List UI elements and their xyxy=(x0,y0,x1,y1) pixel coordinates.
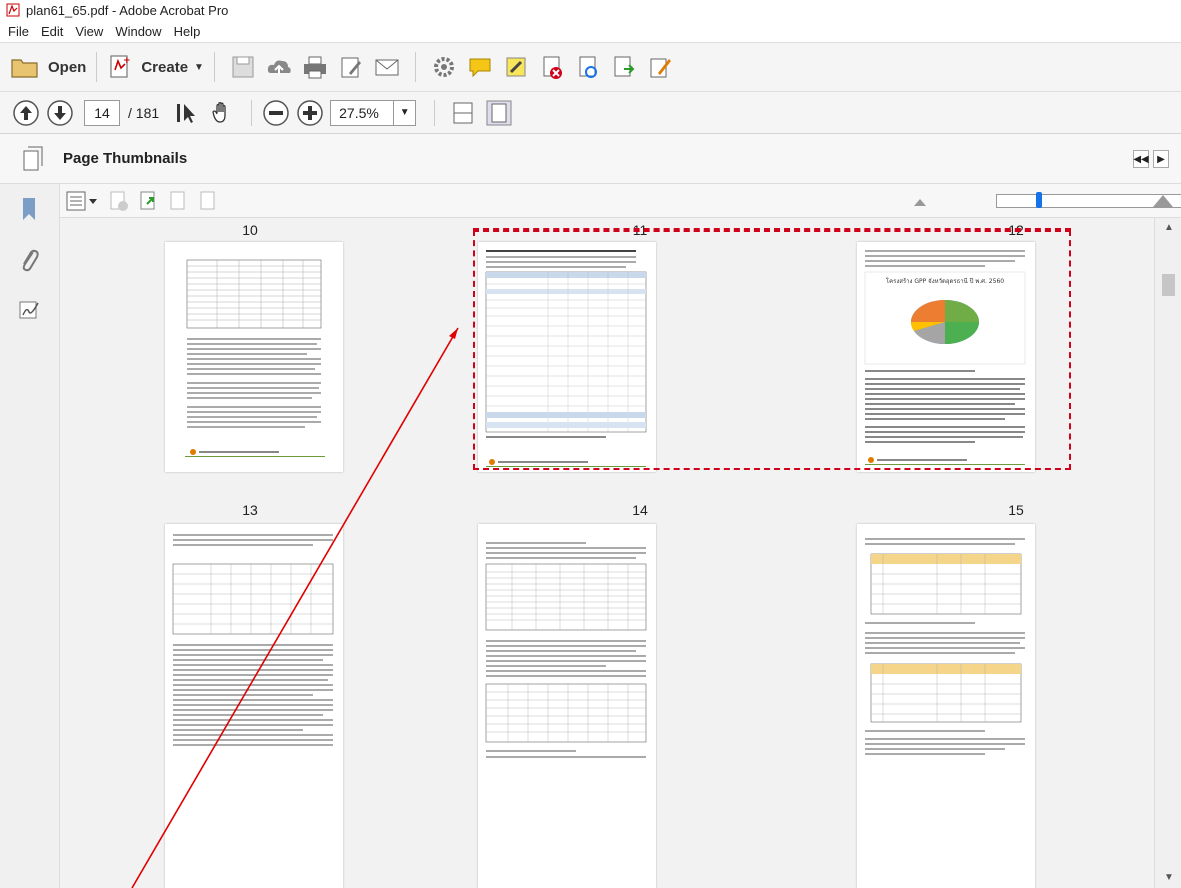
scrollbar-thumb[interactable] xyxy=(1162,274,1175,296)
small-thumbnail-icon[interactable] xyxy=(912,194,928,208)
scroll-up-icon[interactable]: ▲ xyxy=(1164,222,1174,233)
navigation-pane-rail xyxy=(0,184,60,888)
title-bar: plan61_65.pdf - Adobe Acrobat Pro xyxy=(0,0,1181,20)
gear-icon[interactable] xyxy=(430,53,458,81)
menu-window[interactable]: Window xyxy=(115,24,161,39)
page-total: / 181 xyxy=(128,104,160,121)
cloud-upload-icon[interactable] xyxy=(265,53,293,81)
menu-file[interactable]: File xyxy=(8,24,29,39)
page-number-input[interactable]: 14 xyxy=(84,99,120,126)
create-label: Create xyxy=(141,58,189,76)
print-icon[interactable] xyxy=(301,53,329,81)
menu-help[interactable]: Help xyxy=(174,24,201,39)
protect-icon[interactable] xyxy=(574,53,602,81)
open-button[interactable]: Open xyxy=(10,54,86,80)
export-icon[interactable] xyxy=(610,53,638,81)
create-button[interactable]: + Create ▼ xyxy=(107,53,204,81)
select-cursor-icon[interactable] xyxy=(173,99,201,127)
vertical-scrollbar[interactable]: ▲ ▼ xyxy=(1154,218,1181,888)
rotate-page-icon[interactable] xyxy=(138,190,160,212)
expand-panel-icon[interactable]: ▶ xyxy=(1153,150,1169,168)
main-toolbar: Open + Create ▼ xyxy=(0,42,1181,92)
toolbar-separator xyxy=(96,52,98,82)
panel-title: Page Thumbnails xyxy=(63,150,188,167)
page-thumbnails-icon[interactable] xyxy=(22,146,44,172)
next-page-icon[interactable] xyxy=(46,99,74,127)
scroll-down-icon[interactable]: ▼ xyxy=(1164,872,1174,883)
toolbar-separator xyxy=(434,99,436,126)
menu-bar: File Edit View Window Help xyxy=(0,20,1181,42)
signature-icon[interactable] xyxy=(18,298,42,322)
fit-page-icon[interactable] xyxy=(485,99,513,127)
options-menu-icon[interactable] xyxy=(66,190,98,212)
acrobat-pdf-icon xyxy=(6,3,20,17)
extract-page-icon[interactable] xyxy=(168,190,190,212)
page-thumbnails-panel-header: Page Thumbnails ◀◀ ▶ xyxy=(0,134,1181,184)
thumbnail-size-slider-handle[interactable] xyxy=(1036,192,1042,208)
zoom-out-icon[interactable] xyxy=(262,99,290,127)
comment-icon[interactable] xyxy=(466,53,494,81)
create-pdf-icon: + xyxy=(110,55,131,78)
large-thumbnail-icon[interactable] xyxy=(1152,192,1174,208)
bookmark-icon[interactable] xyxy=(18,196,40,222)
folder-icon xyxy=(11,59,38,78)
window-title: plan61_65.pdf - Adobe Acrobat Pro xyxy=(26,2,229,18)
toolbar-separator xyxy=(251,99,253,126)
navigation-toolbar: 14 / 181 27.5% ▼ xyxy=(0,92,1181,134)
toolbar-separator xyxy=(414,52,416,82)
paperclip-icon[interactable] xyxy=(18,246,40,274)
replace-page-icon[interactable] xyxy=(198,190,220,212)
redact-icon[interactable] xyxy=(538,53,566,81)
collapse-panel-icon[interactable]: ◀◀ xyxy=(1133,150,1149,168)
zoom-dropdown-chevron-icon[interactable]: ▼ xyxy=(394,99,417,126)
open-label: Open xyxy=(48,58,87,76)
fit-width-icon[interactable] xyxy=(449,99,477,127)
zoom-in-icon[interactable] xyxy=(296,99,324,127)
highlight-icon[interactable] xyxy=(502,53,530,81)
svg-text:+: + xyxy=(123,56,131,66)
edit-pdf-icon[interactable] xyxy=(337,53,365,81)
annotation-line xyxy=(131,327,459,888)
thumbnail-toolbar xyxy=(60,184,1181,218)
previous-page-icon[interactable] xyxy=(12,99,40,127)
menu-view[interactable]: View xyxy=(75,24,103,39)
thumbnail-grid: 10 11 12 โครงสร้าง GPP จังหวัดอุดรธานี ป… xyxy=(60,218,1154,888)
panel-nav-buttons: ◀◀ ▶ xyxy=(1133,150,1169,168)
zoom-level-input[interactable]: 27.5% xyxy=(330,99,395,126)
hand-tool-icon[interactable] xyxy=(209,99,237,127)
fill-sign-icon[interactable] xyxy=(646,53,674,81)
save-icon[interactable] xyxy=(229,53,257,81)
menu-edit[interactable]: Edit xyxy=(41,24,63,39)
insert-page-icon[interactable] xyxy=(108,190,130,212)
toolbar-separator xyxy=(213,52,215,82)
chevron-down-icon: ▼ xyxy=(194,61,204,73)
email-icon[interactable] xyxy=(373,53,401,81)
